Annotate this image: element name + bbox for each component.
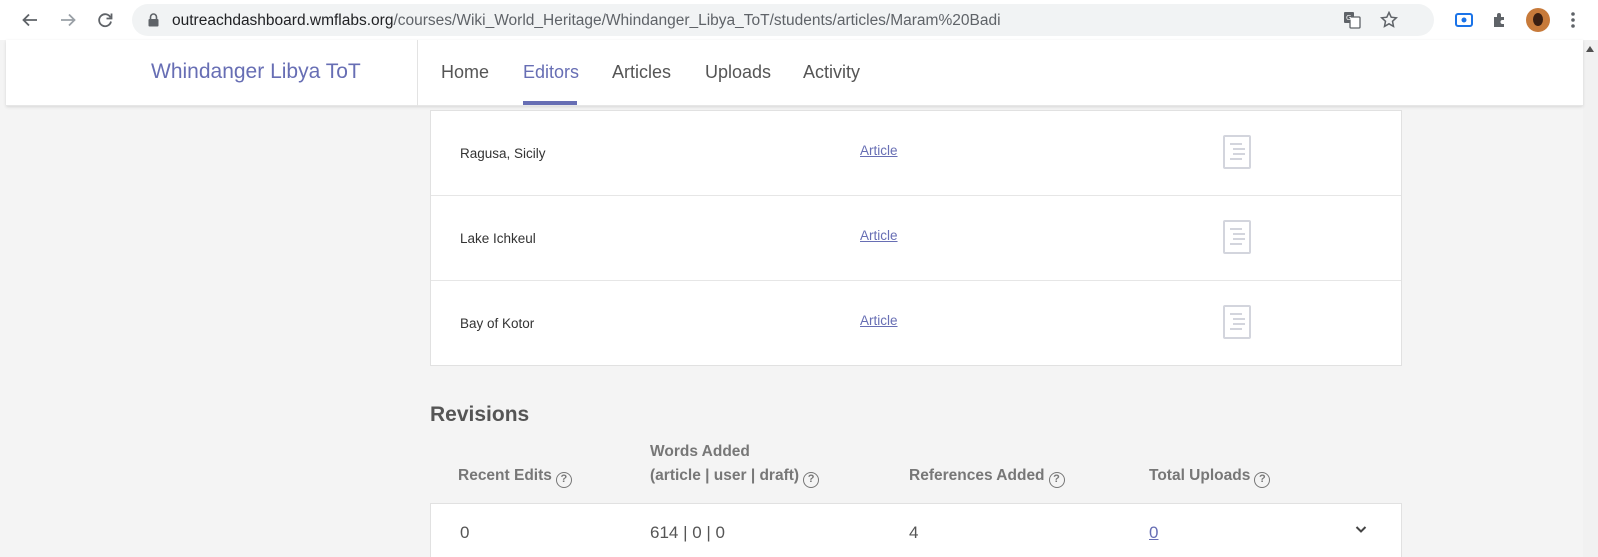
nav-editors[interactable]: Editors xyxy=(523,62,579,83)
svg-text:G: G xyxy=(1346,14,1351,22)
profile-avatar[interactable] xyxy=(1526,8,1550,32)
revision-row[interactable]: 0 614 | 0 | 0 4 0 xyxy=(430,503,1402,557)
nav-articles[interactable]: Articles xyxy=(612,62,671,83)
words-added-sublabel: (article | user | draft) xyxy=(650,467,800,484)
help-icon[interactable]: ? xyxy=(555,472,572,488)
total-uploads-label: Total Uploads xyxy=(1149,467,1251,484)
nav-home[interactable]: Home xyxy=(441,62,489,83)
article-title: Bay of Kotor xyxy=(460,316,535,331)
url-path: /courses/Wiki_World_Heritage/Whindanger_… xyxy=(393,12,1001,29)
active-tab-indicator xyxy=(523,101,577,105)
article-title: Lake Ichkeul xyxy=(460,231,536,246)
recent-edits-header: Recent Edits? xyxy=(458,464,572,488)
translate-icon[interactable]: G xyxy=(1342,10,1362,30)
help-icon[interactable]: ? xyxy=(1254,472,1271,488)
document-icon[interactable] xyxy=(1223,135,1251,169)
scroll-up-arrow-icon[interactable] xyxy=(1586,46,1594,52)
header-divider xyxy=(417,40,418,106)
recent-edits-value: 0 xyxy=(460,523,470,542)
forward-icon[interactable] xyxy=(56,8,80,32)
help-icon[interactable]: ? xyxy=(803,472,820,488)
articles-table: Ragusa, Sicily Article Lake Ichkeul Arti… xyxy=(430,110,1402,366)
star-icon[interactable] xyxy=(1379,10,1399,30)
total-uploads-header: Total Uploads? xyxy=(1149,464,1271,488)
total-uploads-link[interactable]: 0 xyxy=(1149,523,1158,543)
words-added-label: Words Added xyxy=(650,443,750,460)
words-added-value: 614 | 0 | 0 xyxy=(650,523,725,542)
words-added-header: Words Added (article | user | draft)? xyxy=(650,440,820,488)
document-icon[interactable] xyxy=(1223,220,1251,254)
references-added-value: 4 xyxy=(909,523,919,542)
lock-icon[interactable] xyxy=(148,13,159,32)
course-header: Whindanger Libya ToT Home Editors Articl… xyxy=(6,40,1583,106)
help-icon[interactable]: ? xyxy=(1048,472,1065,488)
article-link[interactable]: Article xyxy=(860,313,898,328)
nav-uploads[interactable]: Uploads xyxy=(705,62,771,83)
menu-icon[interactable] xyxy=(1565,8,1581,32)
page-scrollbar[interactable] xyxy=(1583,40,1598,557)
url-host: outreachdashboard.wmflabs.org xyxy=(172,12,394,29)
nav-activity[interactable]: Activity xyxy=(803,62,860,83)
article-row: Lake Ichkeul Article xyxy=(431,196,1401,281)
chevron-down-icon[interactable] xyxy=(1354,522,1368,536)
browser-toolbar: outreachdashboard.wmflabs.org/courses/Wi… xyxy=(0,0,1598,40)
document-icon[interactable] xyxy=(1223,305,1251,339)
extensions-icon[interactable] xyxy=(1488,8,1512,32)
address-bar[interactable]: outreachdashboard.wmflabs.org/courses/Wi… xyxy=(132,4,1434,36)
back-icon[interactable] xyxy=(18,8,42,32)
screencast-icon[interactable] xyxy=(1452,8,1476,32)
article-title: Ragusa, Sicily xyxy=(460,146,546,161)
course-title[interactable]: Whindanger Libya ToT xyxy=(151,60,361,84)
reload-icon[interactable] xyxy=(93,8,117,32)
article-row: Bay of Kotor Article xyxy=(431,281,1401,366)
references-added-label: References Added xyxy=(909,467,1045,484)
url-text[interactable]: outreachdashboard.wmflabs.org/courses/Wi… xyxy=(172,12,1001,30)
recent-edits-label: Recent Edits xyxy=(458,467,552,484)
revisions-heading: Revisions xyxy=(430,403,530,426)
article-link[interactable]: Article xyxy=(860,143,898,158)
article-row: Ragusa, Sicily Article xyxy=(431,111,1401,196)
references-added-header: References Added? xyxy=(909,464,1065,488)
article-link[interactable]: Article xyxy=(860,228,898,243)
